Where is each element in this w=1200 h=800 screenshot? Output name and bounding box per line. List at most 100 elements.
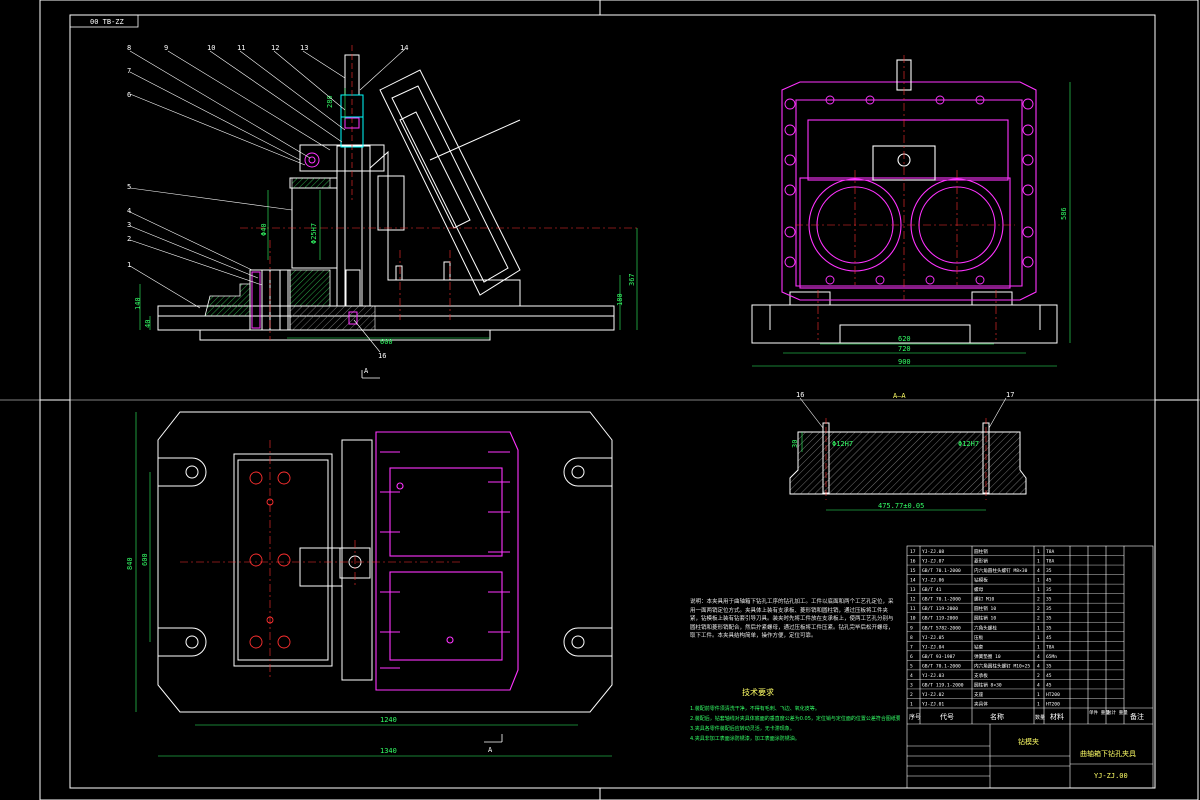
dim-sect-w: 475.77±0.05 [878, 502, 924, 510]
part-no: 5 [910, 663, 913, 669]
part-qty: 1 [1037, 625, 1040, 631]
balloon-4: 4 [127, 207, 131, 215]
part-name: 圆柱销 8×30 [974, 681, 1002, 688]
balloon-1: 1 [127, 261, 131, 269]
part-qty: 1 [1037, 587, 1040, 593]
part-mat: T8A [1046, 644, 1055, 650]
requirement-4: 4.夹具非加工表面涂防锈漆，加工表面涂防锈油。 [690, 736, 800, 742]
requirement-1: 1.装配前零件须清洗干净，不得有毛刺、飞边、氧化皮等。 [690, 706, 820, 712]
drawing-number: YJ-ZJ.00 [1094, 772, 1128, 780]
dim-sect-fit1: Φ12H7 [832, 440, 853, 448]
part-mat: 35 [1046, 597, 1052, 603]
part-no: 7 [910, 644, 913, 650]
part-qty: 1 [1037, 692, 1040, 698]
dim-plan-w2: 1340 [380, 747, 397, 755]
part-no: 1 [910, 702, 913, 708]
part-qty: 1 [1037, 644, 1040, 650]
balloon-17: 17 [1006, 391, 1014, 399]
part-qty: 1 [1037, 702, 1040, 708]
part-qty: 4 [1037, 568, 1040, 574]
part-qty: 2 [1037, 597, 1040, 603]
part-code: YJ-ZJ.06 [922, 578, 944, 584]
part-name: 圆柱销 10 [974, 615, 996, 622]
requirement-2: 2.装配后，钻套轴线对夹具体底面的垂直度公差为0.05，定位销与定位面的位置公差… [690, 716, 900, 722]
part-mat: HT200 [1046, 692, 1060, 698]
balloon-13: 13 [300, 44, 308, 52]
part-mat: 35 [1046, 587, 1052, 593]
part-code: YJ-ZJ.03 [922, 673, 944, 679]
dim-front-h3: 180 [616, 293, 624, 306]
part-mat: 45 [1046, 673, 1052, 679]
svg-text:备注: 备注 [1130, 712, 1144, 721]
part-mat: T8A [1046, 549, 1055, 555]
requirement-3: 3.夹具各零件装配后应转动灵活，无卡滞现象。 [690, 726, 795, 732]
svg-text:序号: 序号 [909, 713, 921, 721]
part-name: 支座 [974, 691, 984, 698]
sheet-border [0, 0, 1200, 800]
dim-side-h: 586 [1060, 207, 1068, 220]
dim-plan-w1: 1240 [380, 716, 397, 724]
front-view: 600 140 40 180 367 Φ40 Φ25H7 280 8 7 6 5… [127, 44, 640, 379]
part-mat: 35 [1046, 663, 1052, 669]
part-code: YJ-ZJ.07 [922, 559, 944, 565]
part-no: 2 [910, 692, 913, 698]
balloon-5: 5 [127, 183, 131, 191]
part-no: 12 [910, 597, 916, 603]
dim-front-v1: Φ40 [260, 223, 268, 236]
part-qty: 4 [1037, 663, 1040, 669]
dim-sect-fit2: Φ12H7 [958, 440, 979, 448]
svg-text:A: A [488, 746, 493, 754]
part-code: GB/T 119-2000 [922, 606, 958, 612]
dim-front-h2: 40 [144, 320, 152, 328]
part-name: 圆柱销 10 [974, 605, 996, 612]
part-no: 13 [910, 587, 916, 593]
part-code: GB/T 119-2000 [922, 616, 958, 622]
dim-plan-h1: 600 [141, 553, 149, 566]
section-title: A—A [893, 392, 906, 400]
part-name: 压板 [974, 634, 984, 641]
part-name: 菱形销 [974, 558, 988, 565]
part-code: GB/T 70.1-2000 [922, 597, 961, 603]
part-mat: 35 [1046, 606, 1052, 612]
balloon-3: 3 [127, 221, 131, 229]
part-name: 圆柱销 [974, 548, 988, 555]
part-name: 六角头螺栓 [974, 624, 997, 631]
part-no: 16 [910, 559, 916, 565]
part-qty: 1 [1037, 549, 1040, 555]
svg-text:A: A [364, 367, 369, 375]
part-code: GB/T 5782-2000 [922, 625, 961, 631]
part-no: 17 [910, 549, 916, 555]
title-block-header: 序号 代号 名称 数量 材料 单件 重量 总计 重量 备注 钻模夹 曲轴箱下钻孔… [909, 709, 1144, 780]
part-code: GB/T 70.1-2000 [922, 663, 961, 669]
svg-text:材料: 材料 [1050, 712, 1064, 721]
dim-front-width: 600 [380, 338, 393, 346]
part-code: YJ-ZJ.04 [922, 644, 944, 650]
designer: 钻模夹 [1018, 737, 1039, 746]
dim-sect-h: 30 [791, 440, 799, 448]
workpiece-plan [375, 431, 519, 691]
part-mat: 35 [1046, 625, 1052, 631]
part-name: 内六角圆柱头螺钉 M10×25 [974, 662, 1030, 669]
section-arrow-plan: A [484, 734, 503, 754]
dim-front-h4: 367 [628, 273, 636, 286]
part-name: 螺母 [974, 586, 984, 593]
part-no: 3 [910, 682, 913, 688]
part-mat: T8A [1046, 559, 1055, 565]
part-qty: 2 [1037, 673, 1040, 679]
part-no: 15 [910, 568, 916, 574]
svg-text:代号: 代号 [940, 712, 954, 721]
part-mat: 35 [1046, 616, 1052, 622]
part-qty: 1 [1037, 578, 1040, 584]
engineering-drawing: 00 TB-ZZ 600 140 40 180 367 Φ40 Φ25H7 28… [0, 0, 1200, 800]
balloon-9: 9 [164, 44, 168, 52]
balloon-8: 8 [127, 44, 131, 52]
part-no: 9 [910, 625, 913, 631]
dim-front-h1: 140 [134, 297, 142, 310]
dim-front-v2: Φ25H7 [310, 223, 318, 244]
plan-view: 1240 1340 840 600 A [126, 411, 613, 757]
part-no: 6 [910, 654, 913, 660]
workpiece-side [781, 59, 1037, 301]
part-code: GB/T 119.1-2000 [922, 682, 964, 688]
part-no: 4 [910, 673, 913, 679]
drawing-name: 曲轴箱下钻孔夹具 [1080, 749, 1136, 758]
